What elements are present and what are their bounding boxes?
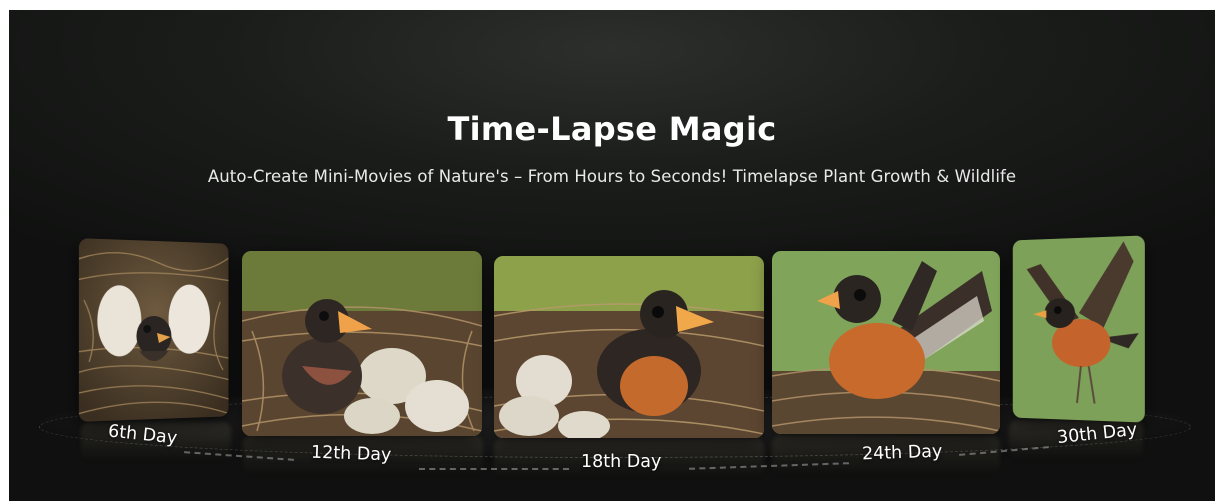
feathered-nestling-image bbox=[494, 256, 764, 438]
stage-card-day-6[interactable] bbox=[78, 238, 229, 422]
timelapse-banner: Time-Lapse Magic Auto-Create Mini-Movies… bbox=[9, 10, 1215, 501]
stage-card-day-24[interactable] bbox=[772, 251, 1000, 434]
banner-subtitle: Auto-Create Mini-Movies of Nature's – Fr… bbox=[207, 167, 1017, 186]
hatching-chick-image bbox=[78, 238, 229, 422]
timeline-dash bbox=[419, 468, 569, 470]
stage-card-day-12[interactable] bbox=[242, 251, 482, 436]
stage-label: 24th Day bbox=[861, 441, 943, 465]
adult-robin-image bbox=[1012, 235, 1145, 423]
fledgling-wings-image bbox=[772, 251, 1000, 434]
banner-title: Time-Lapse Magic bbox=[447, 110, 777, 148]
stage-label: 12th Day bbox=[310, 442, 392, 466]
stage-card-day-30[interactable] bbox=[1012, 235, 1145, 423]
stage-card-day-18[interactable] bbox=[494, 256, 764, 438]
stage-label: 18th Day bbox=[581, 452, 662, 472]
nestling-with-eggs-image bbox=[242, 251, 482, 436]
